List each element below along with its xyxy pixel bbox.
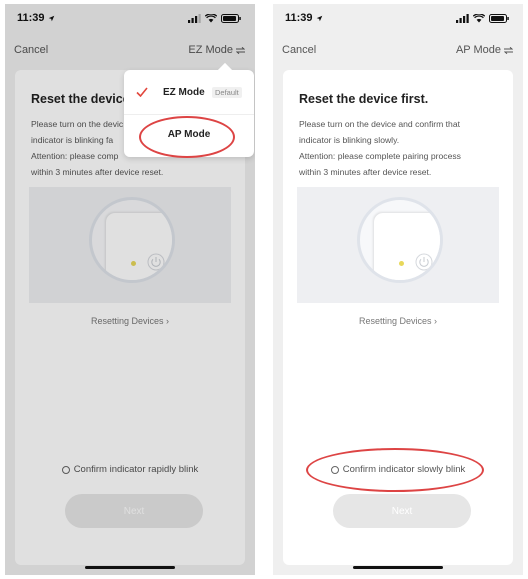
menu-item-ez-mode[interactable]: EZ Mode Default bbox=[124, 73, 254, 113]
power-icon bbox=[415, 253, 433, 271]
desc-line: Please turn on the device and confirm th… bbox=[299, 119, 460, 129]
smart-plug-image bbox=[374, 213, 440, 280]
location-arrow-icon bbox=[316, 15, 322, 21]
annotation-circle bbox=[306, 448, 484, 492]
desc-line: within 3 minutes after device reset. bbox=[299, 167, 432, 177]
signal-icon bbox=[456, 14, 469, 23]
mode-label: AP Mode bbox=[455, 44, 501, 56]
swap-icon bbox=[504, 46, 513, 54]
cancel-button[interactable]: Cancel bbox=[282, 44, 316, 56]
check-icon bbox=[136, 87, 148, 97]
mode-switch-button[interactable]: AP Mode bbox=[456, 44, 513, 56]
status-time: 11:39 bbox=[285, 12, 323, 24]
desc-line: indicator is blinking slowly. bbox=[299, 135, 400, 145]
phone-screen-ap-mode: 11:39 Cancel AP Mode Reset the device fi… bbox=[273, 4, 523, 575]
next-button[interactable]: Next bbox=[333, 494, 471, 528]
indicator-led bbox=[399, 261, 404, 266]
wifi-icon bbox=[473, 14, 485, 23]
card-title: Reset the device first. bbox=[299, 92, 429, 106]
status-bar: 11:39 bbox=[273, 12, 523, 28]
phone-screen-ez-mode: 11:39 Cancel EZ Mode Reset the device Pl… bbox=[5, 4, 255, 575]
home-indicator bbox=[353, 566, 443, 569]
resetting-devices-link[interactable]: Resetting Devices › bbox=[283, 316, 513, 326]
device-circle bbox=[357, 197, 443, 283]
home-indicator bbox=[85, 566, 175, 569]
annotation-circle bbox=[139, 116, 235, 158]
desc-line: Attention: please complete pairing proce… bbox=[299, 151, 461, 161]
nav-bar: Cancel AP Mode bbox=[273, 44, 523, 62]
device-illustration bbox=[297, 187, 499, 303]
menu-item-label: EZ Mode bbox=[163, 87, 205, 98]
card-description: Please turn on the device and confirm th… bbox=[299, 116, 504, 180]
default-badge: Default bbox=[212, 87, 242, 98]
battery-icon bbox=[489, 14, 509, 23]
status-icons bbox=[456, 14, 509, 23]
